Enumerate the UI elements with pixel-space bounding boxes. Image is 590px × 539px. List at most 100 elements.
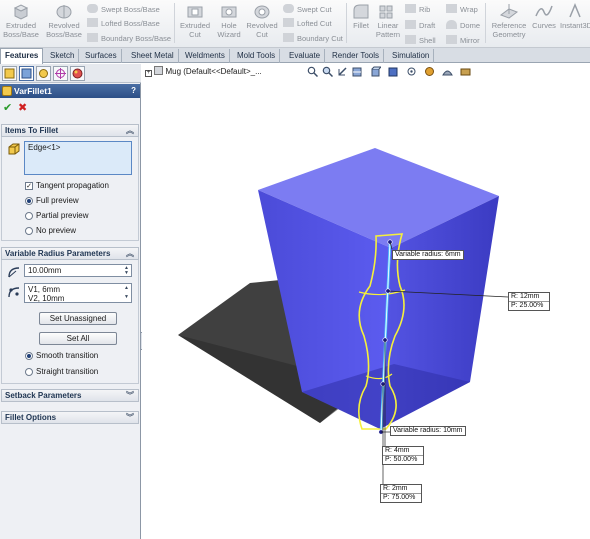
mirror-icon	[446, 35, 457, 44]
ok-button[interactable]: ✔	[3, 102, 12, 114]
extruded-cut-button[interactable]: Extruded Cut	[177, 2, 213, 39]
boundary-boss-button[interactable]: Boundary Boss/Base	[87, 33, 171, 44]
tab-mold-tools[interactable]: Mold Tools	[233, 49, 281, 63]
tab-surfaces[interactable]: Surfaces	[81, 49, 122, 63]
radius-value[interactable]: R: 12mm	[509, 293, 549, 302]
tab-sheet-metal[interactable]: Sheet Metal	[127, 49, 179, 63]
control-point-callout-2[interactable]: R: 4mm P: 50.00%	[382, 446, 424, 465]
dimxpert-manager-tab[interactable]	[53, 66, 68, 81]
shell-button[interactable]: Shell	[405, 35, 436, 46]
help-icon[interactable]: ?	[131, 84, 136, 98]
property-manager-icon	[21, 68, 32, 79]
list-item[interactable]: Edge<1>	[28, 143, 60, 152]
rib-button[interactable]: Rib	[405, 4, 430, 15]
list-item[interactable]: V2, 10mm	[28, 294, 128, 303]
property-manager-tab[interactable]	[19, 66, 34, 81]
smooth-transition-radio[interactable]	[25, 352, 33, 360]
boundary-cut-button[interactable]: Boundary Cut	[283, 33, 343, 44]
spin-down-icon[interactable]: ▼	[124, 271, 129, 276]
tab-evaluate[interactable]: Evaluate	[285, 49, 326, 63]
fillet-options-header[interactable]: Fillet Options ︾	[1, 411, 139, 424]
list-item[interactable]: V1, 6mm	[28, 285, 128, 294]
collapse-icon[interactable]: ︽	[126, 125, 134, 136]
full-preview-radio[interactable]	[25, 197, 33, 205]
tab-simulation[interactable]: Simulation	[388, 49, 435, 63]
lofted-boss-icon	[87, 18, 98, 27]
draft-button[interactable]: Draft	[405, 20, 435, 31]
items-to-fillet-header[interactable]: Items To Fillet ︽	[1, 124, 139, 137]
property-manager-panel: VarFillet1 ? ✔ ✖ Items To Fillet ︽ Edge<…	[0, 64, 145, 539]
position-value[interactable]: P: 75.00%	[381, 494, 421, 502]
graphics-area[interactable]: + Mug (Default<<Default>_... Variable ra…	[142, 64, 590, 539]
rib-icon	[405, 4, 416, 13]
expand-icon[interactable]: ︾	[126, 412, 134, 423]
radius-input[interactable]: 10.00mm ▲ ▼	[24, 264, 132, 277]
variable-radius-section: 10.00mm ▲ ▼ V1, 6mm V2, 10mm ▲ ▼ Set Una…	[1, 260, 139, 384]
configuration-icon	[39, 69, 48, 78]
control-point-callout-1[interactable]: R: 12mm P: 25.00%	[508, 292, 550, 311]
revolved-boss-button[interactable]: Revolved Boss/Base	[44, 2, 84, 39]
hole-wizard-icon	[221, 6, 237, 18]
fillet-button[interactable]: Fillet	[349, 2, 373, 30]
variable-radius-callout-top[interactable]: Variable radius: 6mm	[392, 250, 464, 260]
revolved-cut-icon	[254, 5, 270, 19]
position-value[interactable]: P: 25.00%	[509, 302, 549, 310]
manager-tabs	[0, 64, 141, 83]
vertex-list-icon	[8, 287, 20, 298]
collapse-icon[interactable]: ︽	[126, 248, 134, 259]
selected-edges-list[interactable]: Edge<1>	[24, 141, 132, 175]
swept-boss-icon	[87, 4, 98, 13]
variable-radius-callout-bottom[interactable]: Variable radius: 10mm	[390, 426, 466, 436]
partial-preview-radio[interactable]	[25, 212, 33, 220]
tab-render-tools[interactable]: Render Tools	[328, 49, 384, 63]
variable-radius-header[interactable]: Variable Radius Parameters ︽	[1, 247, 139, 260]
straight-transition-radio[interactable]	[25, 368, 33, 376]
reference-geometry-icon	[499, 4, 519, 19]
scroll-up-icon[interactable]: ▲	[124, 286, 129, 291]
scroll-down-icon[interactable]: ▼	[124, 295, 129, 300]
edge-selection-icon	[8, 143, 20, 155]
reference-geometry-button[interactable]: Reference Geometry	[488, 2, 530, 39]
extruded-boss-button[interactable]: Extruded Boss/Base	[3, 2, 39, 39]
variable-fillet-icon	[2, 86, 12, 96]
feature-tree-icon	[4, 68, 15, 79]
radius-value[interactable]: R: 2mm	[381, 485, 421, 494]
curves-button[interactable]: Curves	[530, 2, 558, 30]
expand-icon[interactable]: ︾	[126, 390, 134, 401]
set-all-button[interactable]: Set All	[39, 332, 117, 345]
set-unassigned-button[interactable]: Set Unassigned	[39, 312, 117, 325]
instant3d-button[interactable]: Instant3D	[560, 2, 590, 30]
tab-features[interactable]: Features	[0, 48, 44, 64]
curves-icon	[535, 5, 553, 17]
setback-parameters-header[interactable]: Setback Parameters ︾	[1, 389, 139, 402]
swept-cut-button[interactable]: Swept Cut	[283, 4, 332, 15]
boundary-cut-icon	[283, 33, 294, 42]
hole-wizard-button[interactable]: Hole Wizard	[214, 2, 244, 39]
wrap-button[interactable]: Wrap	[446, 4, 478, 15]
tab-sketch[interactable]: Sketch	[46, 49, 80, 63]
cancel-button[interactable]: ✖	[18, 102, 27, 114]
no-preview-radio[interactable]	[25, 227, 33, 235]
command-manager-tabs: Features Sketch Surfaces Sheet Metal Wel…	[0, 48, 590, 64]
vertex-list[interactable]: V1, 6mm V2, 10mm ▲ ▼	[24, 283, 132, 303]
tangent-propagation-checkbox[interactable]: ✓	[25, 182, 33, 190]
command-manager-ribbon: Extruded Boss/Base Revolved Boss/Base Sw…	[0, 0, 590, 48]
swept-boss-button[interactable]: Swept Boss/Base	[87, 4, 160, 15]
tab-weldments[interactable]: Weldments	[181, 49, 230, 63]
dome-button[interactable]: Dome	[446, 20, 480, 31]
radius-value[interactable]: R: 4mm	[383, 447, 423, 456]
feature-manager-tab[interactable]	[2, 66, 17, 81]
instant3d-icon	[569, 3, 581, 18]
revolved-boss-icon	[56, 5, 72, 19]
linear-pattern-button[interactable]: Linear Pattern	[373, 2, 403, 39]
ribbon-separator	[346, 3, 347, 43]
control-point-callout-3[interactable]: R: 2mm P: 75.00%	[380, 484, 422, 503]
lofted-boss-button[interactable]: Lofted Boss/Base	[87, 18, 160, 29]
fillet-icon	[353, 4, 369, 19]
configuration-manager-tab[interactable]	[36, 66, 51, 81]
revolved-cut-button[interactable]: Revolved Cut	[245, 2, 279, 39]
display-manager-tab[interactable]	[70, 66, 85, 81]
position-value[interactable]: P: 50.00%	[383, 456, 423, 464]
mirror-button[interactable]: Mirror	[446, 35, 480, 46]
lofted-cut-button[interactable]: Lofted Cut	[283, 18, 332, 29]
